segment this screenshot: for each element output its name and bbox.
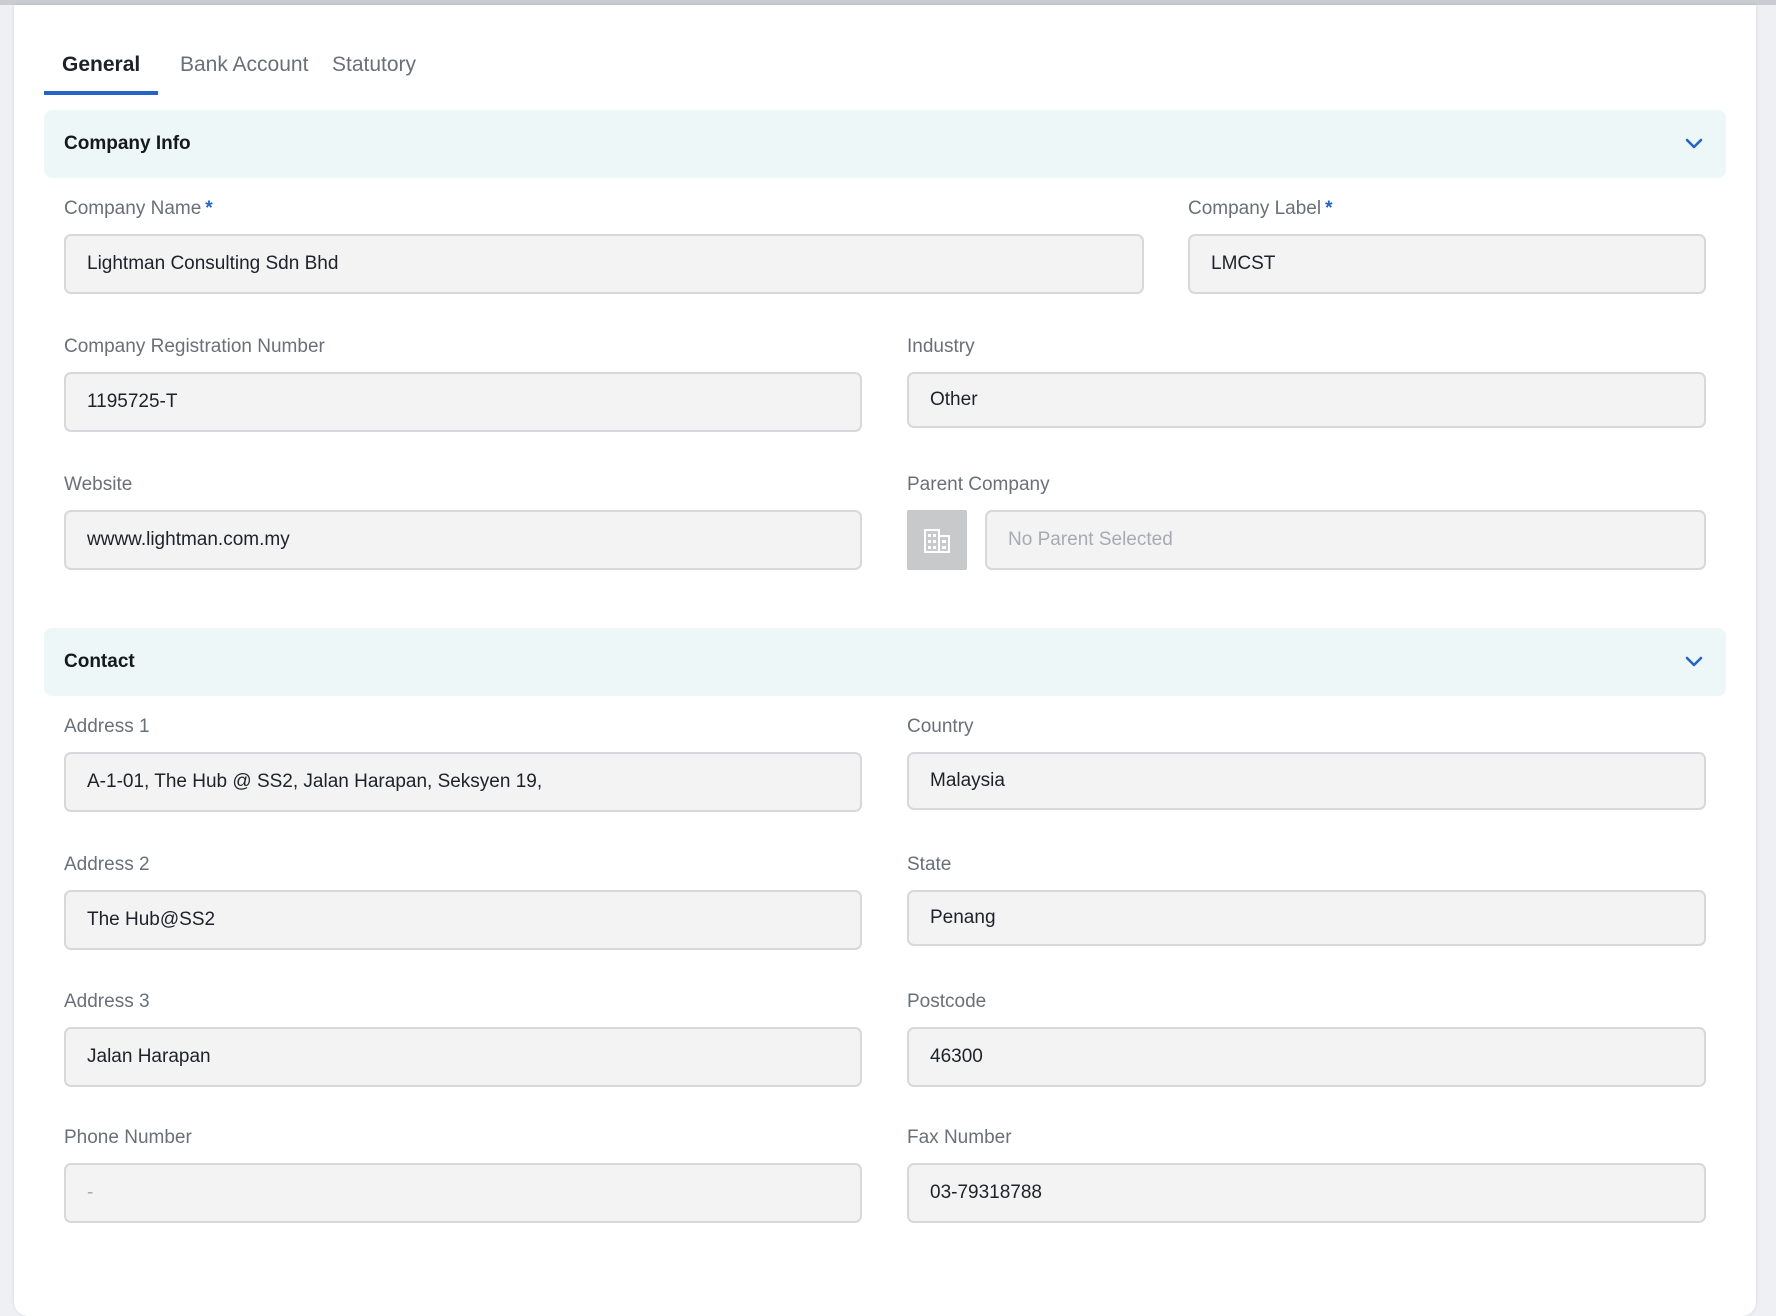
- state-label: State: [907, 854, 952, 875]
- company-name-field[interactable]: Lightman Consulting Sdn Bhd: [64, 234, 1144, 294]
- address3-label: Address 3: [64, 991, 150, 1012]
- chevron-down-icon[interactable]: [1682, 132, 1706, 156]
- industry-label: Industry: [907, 336, 975, 357]
- parent-company-field[interactable]: No Parent Selected: [985, 510, 1706, 570]
- tab-bank-account[interactable]: Bank Account: [162, 43, 326, 97]
- section-title: Contact: [64, 651, 135, 672]
- required-asterisk: *: [1325, 198, 1333, 219]
- tab-general[interactable]: General: [44, 43, 159, 97]
- company-form-card: General Bank Account Statutory Company I…: [14, 5, 1756, 1316]
- tab-bar: General Bank Account Statutory: [44, 43, 1744, 97]
- fax-field[interactable]: 03-79318788: [907, 1163, 1706, 1223]
- registration-number-field[interactable]: 1195725-T: [64, 372, 862, 432]
- building-icon[interactable]: [907, 510, 967, 570]
- registration-number-label: Company Registration Number: [64, 336, 325, 357]
- required-asterisk: *: [205, 198, 213, 219]
- address3-field[interactable]: Jalan Harapan: [64, 1027, 862, 1087]
- phone-field[interactable]: -: [64, 1163, 862, 1223]
- industry-select[interactable]: Other: [907, 372, 1706, 428]
- chevron-down-icon[interactable]: [1682, 650, 1706, 674]
- address1-label: Address 1: [64, 716, 150, 737]
- fax-label: Fax Number: [907, 1127, 1012, 1148]
- address2-label: Address 2: [64, 854, 150, 875]
- postcode-field[interactable]: 46300: [907, 1027, 1706, 1087]
- postcode-label: Postcode: [907, 991, 987, 1012]
- address2-field[interactable]: The Hub@SS2: [64, 890, 862, 950]
- company-name-label: Company Name *: [64, 198, 213, 219]
- website-label: Website: [64, 474, 133, 495]
- country-label: Country: [907, 716, 974, 737]
- country-select[interactable]: Malaysia: [907, 752, 1706, 810]
- state-select[interactable]: Penang: [907, 890, 1706, 946]
- section-title: Company Info: [64, 133, 191, 154]
- website-field[interactable]: wwww.lightman.com.my: [64, 510, 862, 570]
- company-label-field[interactable]: LMCST: [1188, 234, 1706, 294]
- phone-label: Phone Number: [64, 1127, 192, 1148]
- company-label-label: Company Label *: [1188, 198, 1333, 219]
- tab-statutory[interactable]: Statutory: [314, 43, 434, 97]
- parent-company-label: Parent Company: [907, 474, 1050, 495]
- building-icon-graphic: [924, 529, 950, 553]
- company-info-section-header[interactable]: Company Info: [44, 110, 1726, 178]
- address1-field[interactable]: A-1-01, The Hub @ SS2, Jalan Harapan, Se…: [64, 752, 862, 812]
- contact-section-header[interactable]: Contact: [44, 628, 1726, 696]
